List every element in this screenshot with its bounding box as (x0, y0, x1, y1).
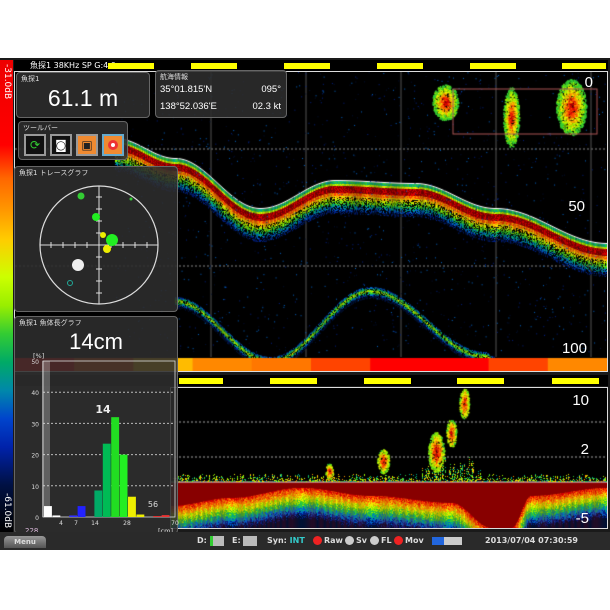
y-tick-label: 30 (31, 421, 39, 428)
lower-echogram[interactable]: 10 2 -5 (170, 387, 608, 529)
trace-point (77, 192, 85, 200)
scale-top-label: -31.0dB (2, 64, 12, 100)
video-camera-icon: ▣ (81, 138, 93, 152)
record-button[interactable] (102, 134, 124, 156)
histogram-bar (136, 514, 145, 517)
trace-point (92, 213, 100, 221)
histogram-bar (44, 506, 52, 517)
video-button[interactable]: ▣ (76, 134, 98, 156)
depth-value: 61.1 m (47, 85, 119, 111)
histogram-bar (69, 515, 78, 517)
depth-label: 50 (568, 198, 585, 215)
histogram-bar (102, 443, 111, 517)
mov-label: Mov (405, 536, 424, 545)
color-scale: -31.0dB -61.0dB (0, 60, 13, 532)
depth-panel: 魚探1 61.1 m (16, 72, 150, 118)
raw-toggle[interactable]: Raw (313, 532, 343, 550)
y-axis-unit: [%] (33, 352, 44, 360)
histogram-bar (94, 490, 103, 517)
trace-graph (39, 185, 159, 305)
max-label: 56 (148, 500, 158, 509)
trace-graph-panel: 魚探1 トレースグラフ (14, 166, 178, 312)
navigation-panel: 航海情報 35°01.815'N 138°52.036'E 095° 02.3 … (155, 70, 287, 118)
depth-label: 0 (584, 74, 593, 91)
refresh-button[interactable]: ⟳ (24, 134, 46, 156)
screenshot-button[interactable]: ◙ (50, 134, 72, 156)
d-indicator (209, 535, 224, 546)
count-bar (42, 361, 50, 517)
depth-label: -5 (575, 510, 589, 527)
raw-indicator-icon (313, 536, 322, 545)
depth-label: 2 (580, 441, 589, 458)
peak-label: 14 (95, 403, 111, 416)
histogram-bar (153, 516, 162, 517)
heading: 095° (261, 84, 281, 95)
y-tick-label: 0 (35, 515, 39, 522)
trace-point (72, 259, 84, 271)
raw-label: Raw (324, 536, 343, 545)
datetime: 2013/07/04 07:30:59 (485, 536, 578, 545)
fl-indicator-icon (370, 536, 379, 545)
upper-header-text: 魚探1 38KHz SP G:4.0 (30, 61, 116, 70)
y-tick-label: 40 (31, 390, 39, 397)
x-tick-label: 14 (91, 520, 99, 527)
scale-bottom-label: -61.0dB (2, 492, 12, 528)
d-label: D: (197, 536, 207, 545)
lower-echogram-canvas (171, 388, 607, 528)
camera-icon: ◙ (55, 138, 67, 152)
e-label: E: (232, 536, 241, 545)
y-tick-label: 10 (31, 484, 39, 491)
trace-point (129, 197, 133, 201)
syn-value: INT (289, 536, 305, 545)
upper-header: 魚探1 38KHz SP G:4.0 (14, 60, 608, 71)
histogram-bar (111, 417, 120, 517)
histogram-bar (52, 515, 61, 517)
trace-point (106, 234, 118, 246)
fish-length-panel: 魚探1 魚体長グラフ 14cm 0 10 20 30 40 50 4 7 14 28 70 [%] [c… (14, 316, 179, 535)
record-icon (108, 140, 118, 150)
y-tick-label: 20 (31, 453, 39, 460)
sv-label: Sv (356, 536, 367, 545)
fish-length-histogram: 010203040504 7 14 28 70[%][cm]2281456 (25, 352, 179, 535)
mov-toggle[interactable]: Mov (394, 532, 424, 550)
mov-indicator-icon (394, 536, 403, 545)
x-tick-label: 4 (59, 520, 63, 527)
status-bar: Menu D: E: Syn: INT Raw Sv FL Mov 2013/0… (0, 532, 610, 550)
menu-button[interactable]: Menu (4, 536, 46, 548)
toolbar-panel: ツールバー ⟳ ◙ ▣ (18, 121, 128, 160)
toolbar-title: ツールバー (23, 124, 58, 132)
x-tick-label: 70 (171, 520, 179, 527)
level-meter (432, 537, 462, 545)
sv-toggle[interactable]: Sv (345, 532, 367, 550)
histogram-bar (161, 515, 170, 517)
fl-toggle[interactable]: FL (370, 532, 392, 550)
trace-point (103, 245, 111, 253)
x-tick-label: 28 (123, 520, 131, 527)
fl-label: FL (381, 536, 392, 545)
latitude: 35°01.815'N (160, 84, 213, 95)
longitude: 138°52.036'E (160, 101, 217, 112)
y-tick-label: 50 (31, 359, 39, 366)
histogram-bar (119, 454, 128, 517)
trace-point (100, 232, 106, 238)
x-tick-label: 7 (74, 520, 78, 527)
depth-label: 10 (572, 392, 589, 409)
trace-point (67, 280, 73, 286)
speed: 02.3 kt (252, 101, 281, 112)
sv-indicator-icon (345, 536, 354, 545)
e-indicator (243, 535, 258, 546)
histogram-bar (128, 496, 136, 517)
depth-label: 100 (561, 340, 587, 357)
histogram-bar (77, 506, 86, 517)
refresh-icon: ⟳ (29, 138, 41, 152)
depth-panel-title: 魚探1 (21, 75, 40, 83)
syn-label: Syn: (267, 536, 287, 545)
